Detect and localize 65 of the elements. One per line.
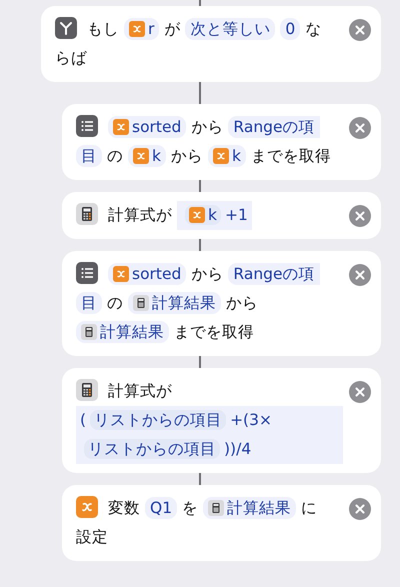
action-text: から: [226, 293, 258, 314]
action-text: な: [305, 19, 322, 40]
list-icon: [76, 262, 98, 284]
action-text: から: [191, 117, 224, 138]
close-icon: [355, 211, 365, 221]
action-text: から: [170, 146, 203, 167]
close-icon: [355, 504, 365, 514]
close-button[interactable]: [349, 117, 371, 139]
action-text: 計算式が: [108, 205, 172, 226]
close-button[interactable]: [349, 19, 371, 41]
action-text: までを取得: [174, 322, 254, 343]
parameter-token[interactable]: Rangeの項: [228, 263, 320, 285]
close-icon: [355, 387, 365, 397]
close-icon: [355, 270, 365, 280]
parameter-token[interactable]: 0: [280, 18, 300, 40]
parameter-token[interactable]: 次と等しい: [185, 18, 276, 40]
parameter-token[interactable]: 目: [76, 292, 102, 314]
action-text: もし: [87, 19, 119, 40]
action-text: が: [164, 19, 180, 40]
action-text: の: [107, 293, 123, 314]
action-text: らば: [55, 48, 87, 69]
variable-icon: [76, 496, 98, 518]
calculator-icon: [133, 295, 149, 311]
calculator-icon: [81, 324, 97, 340]
result-token[interactable]: 計算結果: [76, 321, 169, 343]
list-icon: [76, 115, 98, 137]
parameter-token[interactable]: Rangeの項: [228, 116, 320, 138]
close-icon: [355, 123, 365, 133]
variable-icon: [113, 266, 129, 282]
action-text: の: [107, 146, 123, 167]
close-button[interactable]: [349, 498, 371, 520]
close-icon: [355, 25, 365, 35]
calculator-icon: [208, 500, 224, 516]
parameter-token[interactable]: リストからの項目: [90, 410, 226, 430]
action-text: から: [191, 264, 224, 285]
action-text: 計算式が: [108, 381, 172, 402]
variable-icon: [129, 21, 145, 37]
close-button[interactable]: [349, 205, 371, 227]
close-button[interactable]: [349, 264, 371, 286]
expression-field[interactable]: ( リストからの項目 +(3× リストからの項目 ))/4: [76, 406, 343, 464]
variable-icon: [113, 119, 129, 135]
action-text: までを取得: [250, 146, 331, 167]
variable-token[interactable]: k: [185, 205, 221, 225]
close-button[interactable]: [349, 381, 371, 403]
action-text: 設定: [76, 527, 108, 548]
calculator-icon: [76, 379, 98, 401]
variable-icon: [212, 148, 229, 164]
action-text: を: [182, 498, 198, 519]
branch-icon: [55, 17, 77, 39]
parameter-token[interactable]: 目: [76, 145, 102, 167]
result-token[interactable]: 計算結果: [203, 497, 296, 519]
variable-token[interactable]: r: [124, 18, 160, 40]
action-text: 変数: [108, 498, 140, 519]
parameter-token[interactable]: リストからの項目: [84, 439, 220, 459]
variable-icon: [133, 148, 149, 164]
result-token[interactable]: 計算結果: [128, 292, 221, 314]
parameter-token[interactable]: Q1: [145, 497, 178, 519]
variable-icon: [189, 207, 205, 223]
variable-token[interactable]: sorted: [108, 263, 186, 285]
action-text: に: [301, 498, 318, 519]
variable-token[interactable]: k: [128, 145, 166, 167]
expression-field[interactable]: k +1: [177, 201, 252, 230]
variable-token[interactable]: sorted: [108, 116, 186, 138]
variable-token[interactable]: k: [208, 145, 246, 167]
calculator-icon: [76, 203, 98, 225]
